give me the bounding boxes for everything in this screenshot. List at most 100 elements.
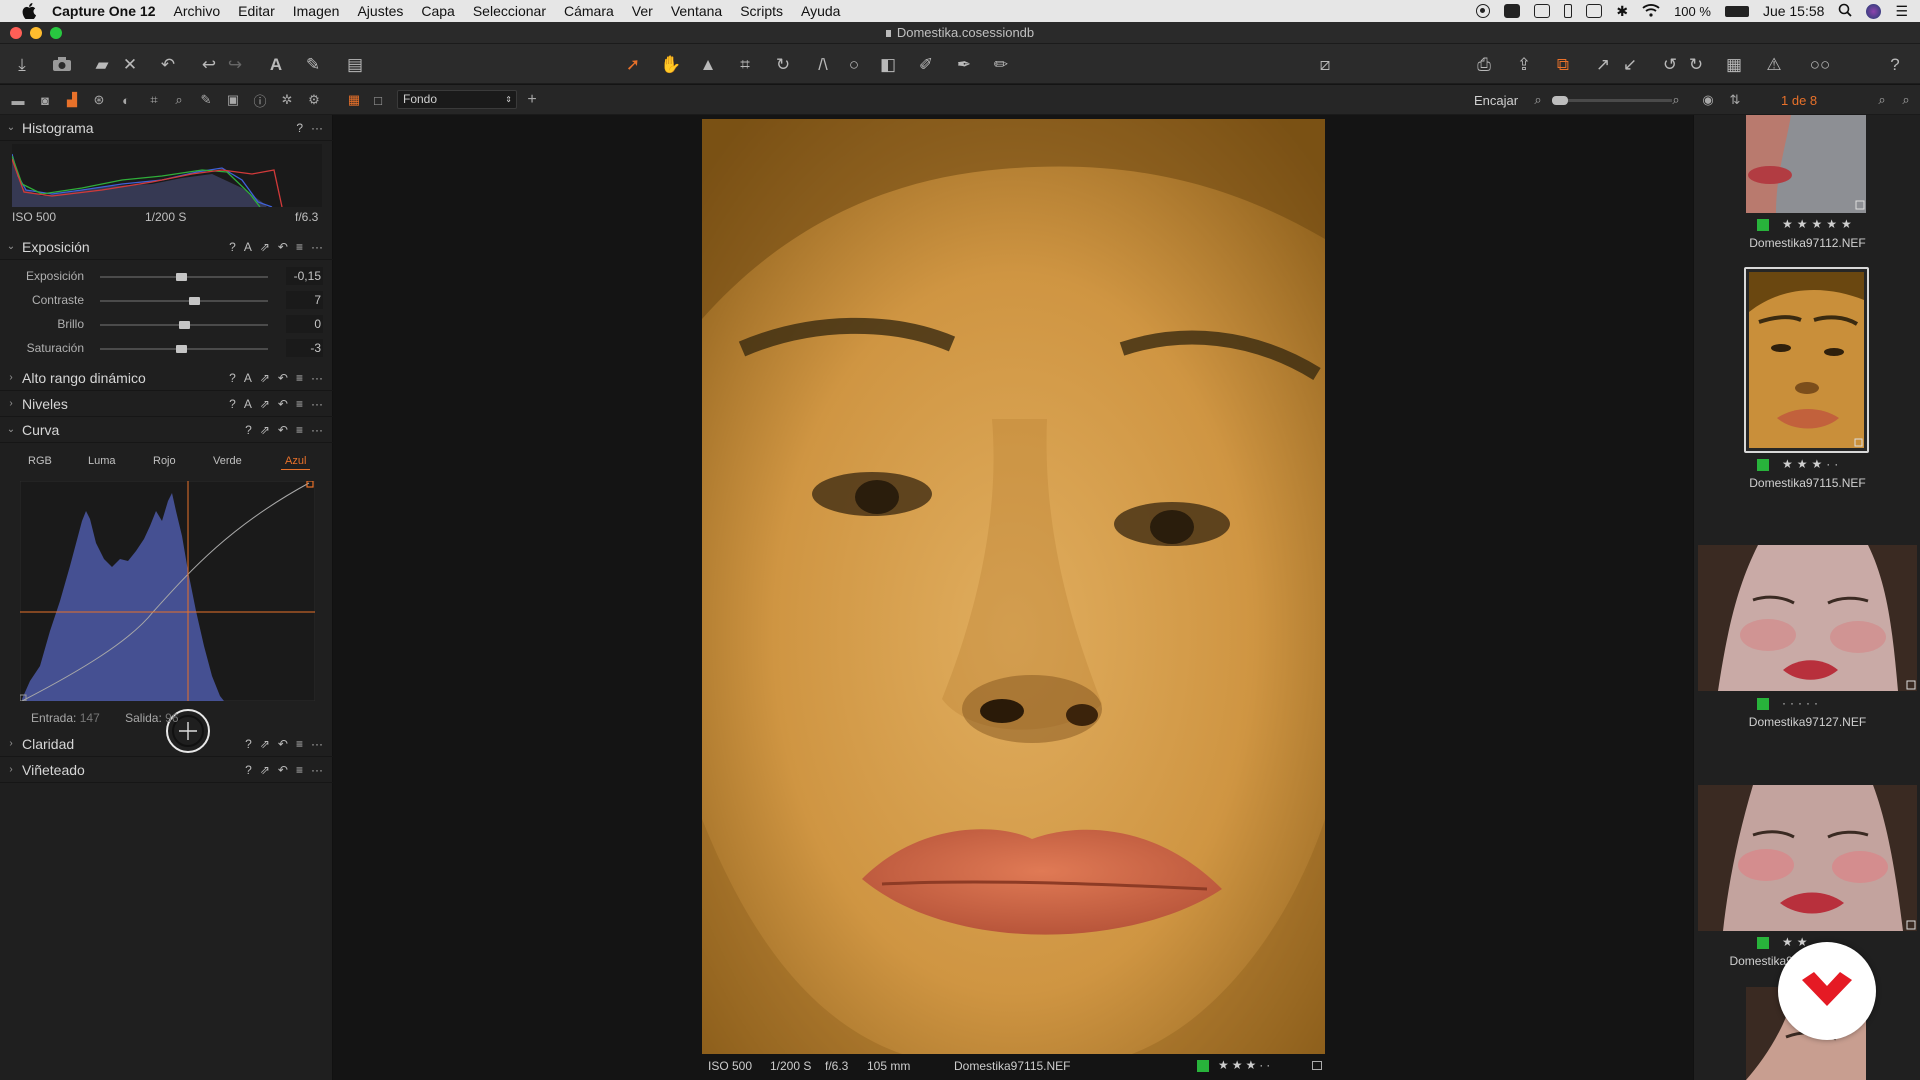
crop-icon[interactable]: ⌗ [734,53,756,75]
layer-select[interactable]: Fondo ⇕ [397,90,517,109]
menu-capa[interactable]: Capa [421,3,454,19]
batch-tab-icon[interactable]: ⚙ [306,92,322,108]
import-icon[interactable]: ⤓ [11,53,33,75]
tab-azul[interactable]: Azul [281,455,311,470]
menu-editar[interactable]: Editar [238,3,275,19]
phone-icon[interactable] [1564,4,1573,18]
display-icon[interactable] [1534,4,1551,18]
more-icon[interactable]: ··· [311,763,323,777]
metadata-tab-icon[interactable]: ⓘ [252,92,268,109]
exposure-slider-knob[interactable] [176,273,187,281]
close-window-button[interactable] [10,27,22,39]
help-icon[interactable]: ? [245,737,252,751]
library-tab-icon[interactable]: ▬ [10,92,26,108]
chevron-right-icon[interactable]: › [0,398,22,409]
presets-icon[interactable]: ≡ [296,240,303,254]
select-cursor-icon[interactable]: ➚ [622,53,644,75]
more-icon[interactable]: ··· [311,737,323,751]
color-tag-green[interactable] [1757,459,1769,471]
keystone-icon[interactable]: /\ [812,53,834,75]
gradient-mask-icon[interactable]: ◧ [877,53,899,75]
reset-icon[interactable]: ↶ [278,737,288,751]
contrast-slider-knob[interactable] [189,297,200,305]
reset-icon[interactable]: ↶ [278,423,288,437]
sort-icon[interactable]: ⇅ [1727,92,1743,108]
apply-adjustments-icon[interactable]: ↙ [1619,53,1641,75]
copy-icon[interactable]: ⇗ [260,763,270,777]
menubar-clock[interactable]: Jue 15:58 [1763,3,1825,19]
chevron-down-icon[interactable]: ⌄ [0,424,22,435]
redo-icon[interactable]: ↪ [224,53,246,75]
grid-icon[interactable]: ▦ [1723,53,1745,75]
adjustments-tab-icon[interactable]: ▣ [225,92,241,108]
slider-value[interactable]: -3 [286,339,323,357]
tab-luma[interactable]: Luma [88,455,116,467]
help-icon[interactable]: ? [1884,53,1906,75]
more-icon[interactable]: ··· [311,121,323,135]
auto-icon[interactable]: A [244,371,252,385]
print-icon[interactable]: ⎙ [1473,53,1495,75]
menu-ayuda[interactable]: Ayuda [801,3,840,19]
rotate-left-icon[interactable]: ↺ [1659,53,1681,75]
thumbnail-1[interactable] [1746,115,1866,213]
brightness-slider-knob[interactable] [179,321,190,329]
menu-ver[interactable]: Ver [632,3,653,19]
auto-icon[interactable]: A [244,397,252,411]
levels-section-header[interactable]: › Niveles ? A ⇗ ↶ ≡ ··· [0,391,333,417]
browser-search-icon[interactable]: ⌕ [1874,92,1890,108]
thumbnail-1-rating[interactable]: ★★★★★ [1782,217,1856,231]
output-tab-icon[interactable]: ✲ [279,92,295,108]
details-tab-icon[interactable]: ⌕ [171,92,187,108]
zoom-in-icon[interactable]: ⌕ [1668,92,1684,108]
proof-margin-icon[interactable]: ⧄ [1314,53,1336,75]
reset-icon[interactable]: ↶ [278,763,288,777]
chevron-right-icon[interactable]: › [0,372,22,383]
menu-seleccionar[interactable]: Seleccionar [473,3,546,19]
camera-icon[interactable] [51,53,73,75]
capture-tab-icon[interactable]: ◙ [37,92,53,108]
workspace-icon[interactable]: ▤ [344,53,366,75]
add-layer-icon[interactable]: + [524,91,540,108]
help-icon[interactable]: ? [245,423,252,437]
chevron-right-icon[interactable]: › [0,764,22,775]
brush-icon[interactable]: ✎ [302,53,324,75]
record-icon[interactable] [1476,4,1491,18]
presets-icon[interactable]: ≡ [296,763,303,777]
viewer-star-rating[interactable]: ★★★·· [1218,1058,1273,1072]
more-icon[interactable]: ··· [311,397,323,411]
more-icon[interactable]: ··· [311,240,323,254]
chevron-down-icon[interactable]: ⌄ [0,241,22,252]
help-icon[interactable]: ? [229,240,236,254]
wifi-icon[interactable] [1642,3,1660,20]
zoom-slider[interactable] [1552,96,1672,105]
apple-icon[interactable] [20,2,38,20]
help-icon[interactable]: ? [229,397,236,411]
browser-zoom-icon[interactable]: ⌕ [1898,92,1914,108]
reset-icon[interactable]: ↶ [278,240,288,254]
menu-imagen[interactable]: Imagen [293,3,340,19]
thumbnail-2-rating[interactable]: ★★★·· [1782,457,1842,471]
copy-icon[interactable]: ⇗ [260,371,270,385]
auto-icon[interactable]: A [244,240,252,254]
process-icon[interactable]: ⧉ [1552,53,1574,75]
menu-app-name[interactable]: Capture One 12 [52,3,155,19]
menu-camara[interactable]: Cámara [564,3,614,19]
chevron-down-icon[interactable]: ⌄ [0,122,22,133]
tab-rgb[interactable]: RGB [28,455,52,467]
glasses-icon[interactable]: ○○ [1803,53,1837,75]
thumbnail-3-rating[interactable]: ····· [1782,696,1822,710]
copy-adjustments-icon[interactable]: ↗ [1592,53,1614,75]
clarity-section-header[interactable]: › Claridad ? ⇗ ↶ ≡ ··· [0,731,333,757]
menu-archivo[interactable]: Archivo [173,3,220,19]
presets-icon[interactable]: ≡ [296,371,303,385]
battery-icon[interactable] [1724,5,1749,17]
copy-icon[interactable]: ⇗ [260,737,270,751]
presets-icon[interactable]: ≡ [296,397,303,411]
pan-icon[interactable]: ✋ [660,53,682,75]
grid-view-icon[interactable]: ▦ [346,92,362,108]
copy-icon[interactable]: ⇗ [260,397,270,411]
zoom-slider-knob[interactable] [1552,96,1568,105]
bluetooth-icon[interactable]: ✱ [1616,3,1628,20]
single-view-icon[interactable]: □ [370,92,386,108]
picker-icon[interactable]: ✒ [953,53,975,75]
